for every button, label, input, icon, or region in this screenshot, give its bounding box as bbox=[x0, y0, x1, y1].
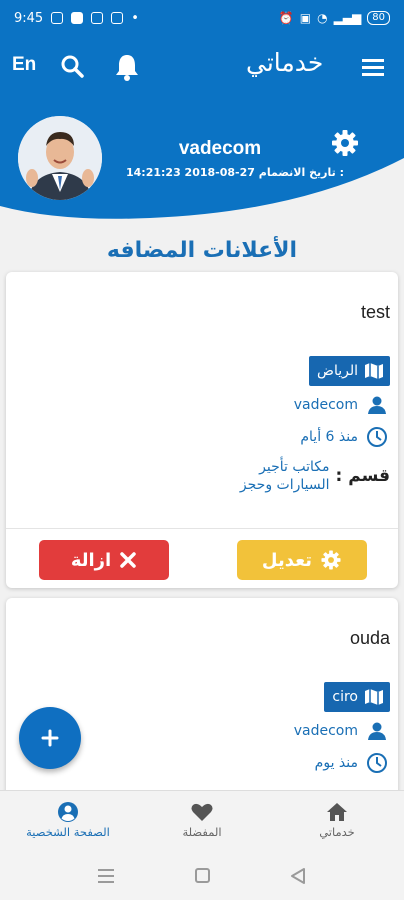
ad-title: test bbox=[360, 302, 390, 322]
nav-item-profile[interactable]: الصفحة الشخصية bbox=[3, 799, 133, 839]
person-icon bbox=[366, 720, 388, 742]
category-value: مكاتب تأجير السيارات وحجز bbox=[239, 459, 330, 493]
notifications-button[interactable] bbox=[113, 52, 141, 82]
bell-icon bbox=[116, 55, 138, 81]
profile-name: vadecom bbox=[178, 138, 262, 159]
app-notification-icon bbox=[71, 12, 84, 24]
card-divider bbox=[6, 528, 398, 529]
alarm-icon: ⏰ bbox=[278, 11, 294, 25]
notification-icon bbox=[91, 12, 104, 24]
edit-button[interactable]: تعديل bbox=[237, 540, 367, 580]
language-toggle-button[interactable]: En bbox=[12, 54, 36, 76]
bottom-nav: خدماتي المفضلة الصفحة الشخصية bbox=[0, 790, 404, 852]
app-title: خدماتي bbox=[246, 48, 324, 77]
category-label: قسم : bbox=[335, 466, 390, 486]
status-time: 9:45 bbox=[14, 10, 44, 26]
join-date: 14:21:23 2018-08-27 تاريخ الانضمام : bbox=[126, 166, 344, 179]
wifi-icon: ◔ bbox=[317, 11, 328, 25]
heart-icon bbox=[191, 803, 213, 821]
hamburger-menu-icon bbox=[362, 59, 384, 76]
account-icon bbox=[58, 802, 78, 822]
signal-icon: ▂▄▆ bbox=[333, 11, 362, 25]
location-text: الرياض bbox=[317, 363, 358, 379]
location-badge: ciro bbox=[324, 682, 390, 712]
close-icon bbox=[120, 552, 136, 568]
nav-label: المفضلة bbox=[182, 825, 222, 839]
home-icon bbox=[327, 803, 347, 821]
ad-card[interactable]: ouda ciro vadecom منذ يوم bbox=[6, 598, 398, 798]
edit-button-label: تعديل bbox=[261, 549, 313, 571]
plus-icon bbox=[41, 729, 59, 747]
settings-button[interactable] bbox=[330, 128, 360, 158]
gear-icon bbox=[332, 130, 358, 156]
ad-card[interactable]: test الرياض vadecom منذ 6 أيام قسم : مكا… bbox=[6, 272, 398, 588]
search-button[interactable] bbox=[60, 54, 86, 80]
join-date-value: 14:21:23 2018-08-27 bbox=[126, 166, 255, 179]
clock-icon bbox=[366, 426, 388, 448]
ad-user-row: vadecom bbox=[294, 394, 388, 416]
add-ad-button[interactable] bbox=[19, 707, 81, 769]
map-icon bbox=[365, 363, 383, 379]
ad-user: vadecom bbox=[293, 397, 358, 413]
gear-icon bbox=[321, 550, 341, 570]
clock-icon bbox=[366, 752, 388, 774]
ad-title: ouda bbox=[349, 628, 390, 648]
location-badge: الرياض bbox=[309, 356, 390, 386]
notification-icon bbox=[111, 12, 124, 24]
ad-user-row: vadecom bbox=[294, 720, 388, 742]
avatar[interactable] bbox=[18, 116, 102, 200]
system-nav-bar bbox=[0, 852, 404, 900]
nav-item-favorites[interactable]: المفضلة bbox=[137, 799, 267, 839]
status-bar: 9:45 • ⏰ ▣ ◔ ▂▄▆ 80 bbox=[0, 0, 404, 36]
notification-icon bbox=[51, 12, 64, 24]
delete-button-label: ازالة bbox=[70, 549, 112, 571]
person-icon bbox=[366, 394, 388, 416]
recent-apps-icon[interactable] bbox=[98, 869, 114, 883]
delete-button[interactable]: ازالة bbox=[39, 540, 169, 580]
ad-time-row: منذ يوم bbox=[315, 752, 388, 774]
app-header: En خدماتي vadecom 14:21:23 2018-08-27 تا… bbox=[0, 36, 404, 226]
profile-photo bbox=[18, 116, 102, 200]
nav-label: الصفحة الشخصية bbox=[26, 825, 110, 839]
ad-category-row: قسم : مكاتب تأجير السيارات وحجز bbox=[234, 458, 390, 494]
ad-time-row: منذ 6 أيام bbox=[300, 426, 388, 448]
join-date-label: تاريخ الانضمام : bbox=[258, 166, 344, 179]
vibrate-icon: ▣ bbox=[299, 11, 312, 25]
location-text: ciro bbox=[332, 689, 358, 705]
ad-time: منذ يوم bbox=[314, 755, 358, 771]
back-icon[interactable] bbox=[291, 868, 305, 884]
more-notifications-icon: • bbox=[131, 10, 139, 26]
nav-item-my-services[interactable]: خدماتي bbox=[272, 799, 402, 839]
map-icon bbox=[365, 689, 383, 705]
home-system-icon[interactable] bbox=[195, 868, 210, 883]
search-icon bbox=[61, 55, 84, 78]
menu-button[interactable] bbox=[360, 56, 386, 78]
ad-time: منذ 6 أيام bbox=[300, 429, 358, 445]
battery-icon: 80 bbox=[367, 11, 390, 25]
section-title: الأعلانات المضافه bbox=[106, 238, 298, 263]
ad-user: vadecom bbox=[293, 723, 358, 739]
nav-label: خدماتي bbox=[319, 825, 355, 839]
